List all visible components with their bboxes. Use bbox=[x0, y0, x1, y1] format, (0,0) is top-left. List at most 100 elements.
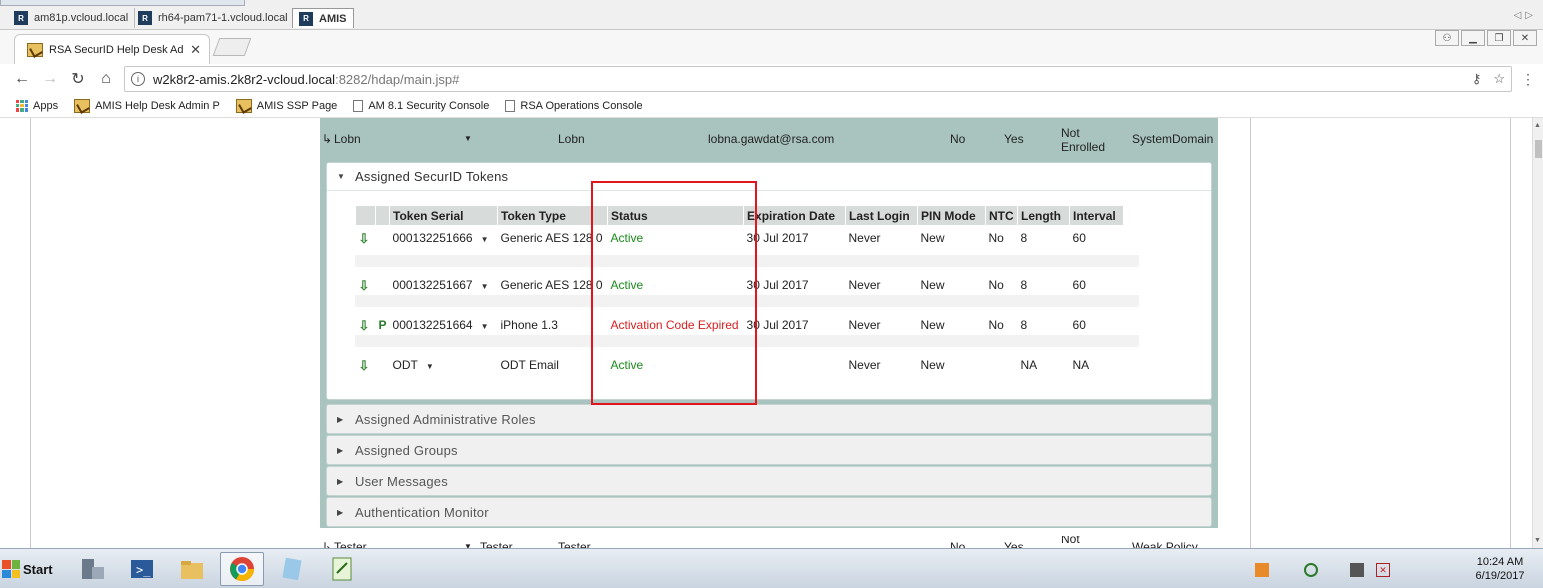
chrome-menu-icon[interactable]: ⋮ bbox=[1521, 71, 1535, 88]
token-action-cell[interactable]: ⇩ bbox=[356, 226, 376, 266]
user-expand-icon[interactable]: ↳ bbox=[322, 132, 332, 146]
col-interval[interactable]: Interval bbox=[1069, 205, 1125, 226]
token-interval: NA bbox=[1072, 357, 1090, 372]
profile-icon[interactable]: ⚇ bbox=[1435, 30, 1459, 46]
rdp-scroll-arrows[interactable]: ◁▷ bbox=[1514, 10, 1537, 21]
bookmark-operations-console[interactable]: RSA Operations Console bbox=[505, 99, 643, 112]
rdp-tab-amis[interactable]: R AMIS bbox=[292, 8, 354, 28]
tray-app-icon[interactable] bbox=[1255, 563, 1269, 577]
bookmark-security-console[interactable]: AM 8.1 Security Console bbox=[353, 99, 489, 112]
site-info-icon[interactable]: i bbox=[131, 72, 145, 86]
scroll-thumb[interactable] bbox=[1535, 140, 1542, 158]
rdp-tab-am81p[interactable]: R am81p.vcloud.local bbox=[8, 8, 136, 28]
token-pin-mode: New bbox=[920, 357, 945, 372]
groups-header[interactable]: ▶ Assigned Groups bbox=[327, 436, 1211, 464]
col-last-login[interactable]: Last Login bbox=[845, 205, 919, 226]
taskbar-clock[interactable]: 10:24 AM 6/19/2017 bbox=[1472, 555, 1528, 583]
user-messages-section[interactable]: ▶ User Messages bbox=[326, 466, 1212, 496]
token-serial-cell[interactable]: 000132251664 ▼ bbox=[390, 306, 498, 346]
address-bar[interactable]: i w2k8r2-amis.2k8r2-vcloud.local :8282/h… bbox=[124, 66, 1512, 92]
explorer-icon[interactable] bbox=[170, 552, 214, 586]
admin-roles-header[interactable]: ▶ Assigned Administrative Roles bbox=[327, 405, 1211, 433]
token-serial-cell[interactable]: ODT ▼ bbox=[390, 346, 498, 386]
admin-roles-section[interactable]: ▶ Assigned Administrative Roles bbox=[326, 404, 1212, 434]
token-last-login-cell: Never bbox=[846, 226, 918, 266]
bookmark-amis-helpdesk[interactable]: AMIS Help Desk Admin P bbox=[74, 98, 220, 113]
home-icon[interactable]: ⌂ bbox=[92, 70, 120, 88]
token-action-cell[interactable]: ⇩ bbox=[356, 306, 376, 346]
col-token-serial[interactable]: Token Serial bbox=[389, 205, 499, 226]
notepad-icon[interactable] bbox=[270, 552, 314, 586]
token-action-cell[interactable]: ⇩ bbox=[356, 346, 376, 386]
col-pin-mode[interactable]: PIN Mode bbox=[917, 205, 987, 226]
token-menu-dropdown-icon[interactable]: ▼ bbox=[481, 282, 489, 291]
tray-sync-icon[interactable] bbox=[1304, 563, 1318, 577]
user-menu-dropdown-icon[interactable]: ▼ bbox=[464, 134, 472, 143]
minimize-icon[interactable]: ▁ bbox=[1461, 30, 1485, 46]
auth-monitor-section[interactable]: ▶ Authentication Monitor bbox=[326, 497, 1212, 527]
rdp-icon: R bbox=[138, 11, 152, 25]
key-icon[interactable]: ⚷ bbox=[1472, 71, 1482, 87]
new-tab-button[interactable] bbox=[212, 38, 252, 56]
powershell-icon[interactable]: >_ bbox=[120, 552, 164, 586]
download-arrow-icon[interactable]: ⇩ bbox=[359, 278, 370, 293]
scroll-up-icon[interactable]: ▲ bbox=[1534, 122, 1541, 129]
tray-vm-icon[interactable] bbox=[1350, 563, 1364, 577]
download-arrow-icon[interactable]: ⇩ bbox=[359, 358, 370, 373]
right-edge-divider bbox=[1510, 118, 1511, 548]
user-expand-icon[interactable]: ↳ bbox=[322, 540, 332, 548]
scroll-down-icon[interactable]: ▼ bbox=[1534, 537, 1541, 544]
next-user-row[interactable]: ↳ Tester ▼ Tester Tester No Yes Not Weak… bbox=[320, 536, 1218, 548]
vertical-scrollbar[interactable]: ▲ ▼ bbox=[1532, 118, 1543, 548]
download-arrow-icon[interactable]: ⇩ bbox=[359, 318, 370, 333]
rdp-tab-rh64[interactable]: R rh64-pam71-1.vcloud.local bbox=[132, 8, 295, 28]
token-serial-cell[interactable]: 000132251666 ▼ bbox=[390, 226, 498, 266]
user-messages-header[interactable]: ▶ User Messages bbox=[327, 467, 1211, 495]
col-expiration-date[interactable]: Expiration Date bbox=[743, 205, 847, 226]
token-serial: ODT bbox=[392, 357, 418, 372]
restore-icon[interactable]: ❐ bbox=[1487, 30, 1511, 46]
token-last-login: Never bbox=[848, 357, 881, 372]
next-user-enrollment: Not bbox=[1061, 536, 1080, 546]
token-action-cell[interactable]: ⇩ bbox=[356, 266, 376, 306]
token-menu-dropdown-icon[interactable]: ▼ bbox=[481, 235, 489, 244]
auth-monitor-header[interactable]: ▶ Authentication Monitor bbox=[327, 498, 1211, 526]
back-icon[interactable]: ← bbox=[8, 70, 36, 88]
enrollment-line-2: Enrolled bbox=[1061, 140, 1106, 154]
close-tab-icon[interactable]: ✕ bbox=[190, 42, 201, 58]
user-email: lobna.gawdat@rsa.com bbox=[708, 132, 835, 146]
token-flag-cell: P bbox=[376, 306, 390, 346]
col-length[interactable]: Length bbox=[1017, 205, 1071, 226]
token-menu-dropdown-icon[interactable]: ▼ bbox=[426, 362, 434, 371]
token-menu-dropdown-icon[interactable]: ▼ bbox=[481, 322, 489, 331]
download-arrow-icon[interactable]: ⇩ bbox=[359, 231, 370, 246]
forward-icon[interactable]: → bbox=[36, 70, 64, 88]
user-domain: SystemDomain bbox=[1132, 132, 1214, 146]
reload-icon[interactable]: ↻ bbox=[64, 69, 92, 89]
user-row[interactable]: ↳ Lobn ▼ Lobn lobna.gawdat@rsa.com No Ye… bbox=[320, 118, 1218, 158]
server-manager-icon[interactable] bbox=[70, 552, 114, 586]
taskbar: Start >_ ✕ 10:24 AM 6/19/2017 bbox=[0, 548, 1543, 588]
col-ntc[interactable]: NTC bbox=[985, 205, 1019, 226]
section-title: Assigned Administrative Roles bbox=[355, 411, 536, 427]
token-serial-cell[interactable]: 000132251667 ▼ bbox=[390, 266, 498, 306]
groups-section[interactable]: ▶ Assigned Groups bbox=[326, 435, 1212, 465]
chrome-icon[interactable] bbox=[220, 552, 264, 586]
primary-token-flag: P bbox=[378, 317, 387, 332]
bookmark-apps[interactable]: Apps bbox=[16, 99, 58, 112]
tokens-section-header[interactable]: ▼ Assigned SecurID Tokens bbox=[327, 163, 1211, 191]
notepad-plus-icon[interactable] bbox=[320, 552, 364, 586]
tray-volume-muted-icon[interactable]: ✕ bbox=[1376, 563, 1390, 577]
rsa-favicon-icon bbox=[235, 98, 252, 113]
bookmark-star-icon[interactable]: ☆ bbox=[1493, 71, 1505, 87]
browser-tab-active[interactable]: RSA SecurID Help Desk Adm ✕ bbox=[14, 34, 210, 64]
window-controls: ⚇ ▁ ❐ ✕ bbox=[1435, 30, 1537, 46]
close-window-icon[interactable]: ✕ bbox=[1513, 30, 1537, 46]
bookmark-amis-ssp[interactable]: AMIS SSP Page bbox=[235, 98, 337, 113]
triangle-right-icon: ▶ bbox=[337, 414, 344, 424]
start-button[interactable]: Start bbox=[2, 552, 58, 586]
status-highlight-box bbox=[591, 181, 757, 405]
user-col-a: No bbox=[950, 132, 966, 146]
user-enrollment: Not Enrolled bbox=[1061, 126, 1105, 154]
omnibox-actions: ⚷ ☆ bbox=[1472, 71, 1505, 87]
